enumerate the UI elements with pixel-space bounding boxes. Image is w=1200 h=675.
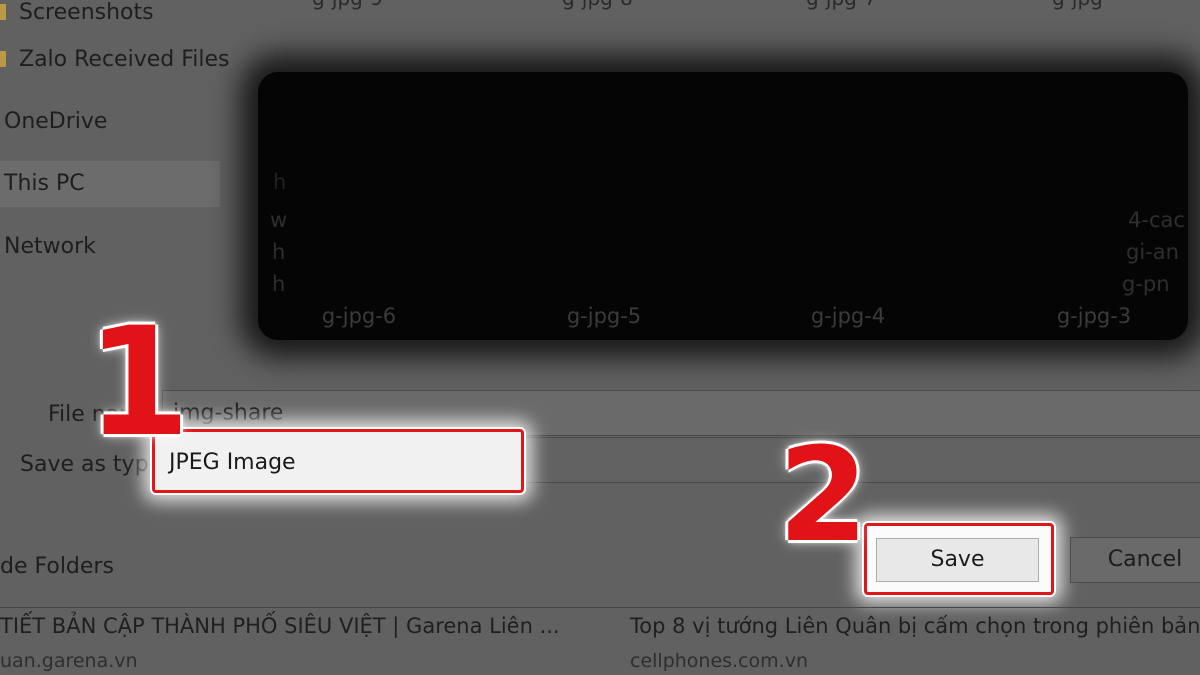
search-result-url: uan.garena.vn: [0, 650, 138, 672]
save-button[interactable]: Save: [876, 538, 1039, 582]
file-name-fragment: h: [273, 170, 287, 194]
file-name-fragment: w: [270, 208, 288, 232]
nav-item-zalo-received-files[interactable]: Zalo Received Files: [0, 37, 229, 83]
file-label[interactable]: g-jpg-8: [562, 0, 633, 10]
step-1-annotation: 1: [86, 296, 191, 470]
divider: [0, 607, 1200, 608]
save-button-highlight: Save: [864, 523, 1054, 595]
hide-folders-toggle[interactable]: de Folders: [0, 554, 114, 579]
file-label[interactable]: g-jpg-4: [748, 304, 948, 328]
file-label[interactable]: g-jpg-6: [259, 304, 459, 328]
nav-item-label: Zalo Received Files: [19, 47, 230, 72]
file-label[interactable]: g-jpg-7: [806, 0, 877, 10]
file-label[interactable]: g-jpg-9: [312, 0, 383, 10]
file-label[interactable]: g-jpg-5: [504, 304, 704, 328]
nav-item-screenshots[interactable]: Screenshots: [0, 0, 220, 36]
file-label[interactable]: g-jpg-3: [994, 304, 1194, 328]
file-name-fragment: h: [272, 272, 286, 296]
file-label[interactable]: g-jpg-: [1052, 0, 1110, 10]
save-as-type-dropdown[interactable]: JPEG Image: [152, 429, 524, 493]
search-result-title[interactable]: TIẾT BẢN CẬP THÀNH PHỐ SIÊU VIỆT | Garen…: [0, 614, 560, 638]
nav-item-label: Screenshots: [19, 0, 154, 25]
search-result-title[interactable]: Top 8 vị tướng Liên Quân bị cấm chọn tro…: [630, 614, 1200, 638]
file-name-fragment: h: [272, 240, 286, 264]
nav-item-label: This PC: [4, 171, 85, 196]
redacted-thumbnails: [258, 72, 1188, 340]
cancel-button[interactable]: Cancel: [1070, 537, 1200, 583]
nav-item-this-pc[interactable]: This PC: [0, 161, 220, 207]
nav-item-label: OneDrive: [4, 109, 108, 134]
nav-item-onedrive[interactable]: OneDrive: [0, 99, 220, 145]
nav-item-network[interactable]: Network: [0, 224, 220, 270]
step-2-annotation: 2: [778, 419, 869, 571]
nav-item-label: Network: [4, 234, 96, 259]
folder-icon: [0, 4, 6, 20]
search-result-url: cellphones.com.vn: [630, 650, 808, 672]
file-name-fragment: 4-cac: [1128, 208, 1185, 232]
folder-icon: [0, 51, 6, 67]
file-name-fragment: gi-an: [1126, 240, 1179, 264]
file-name-fragment: g-pn: [1122, 272, 1170, 296]
